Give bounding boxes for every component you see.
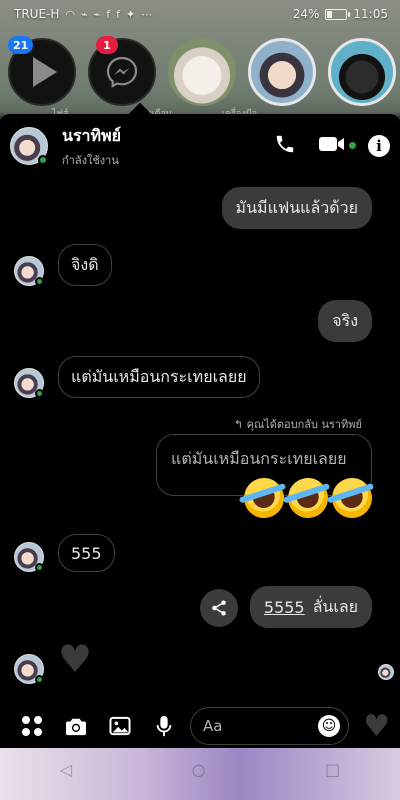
camera-icon[interactable] — [54, 716, 98, 736]
emoji-message[interactable] — [238, 472, 378, 524]
sent-message[interactable]: มันมีแฟนแล้วด้วย — [221, 187, 372, 229]
back-icon[interactable]: ◁ — [60, 760, 72, 779]
rofl-emoji-icon — [282, 472, 334, 524]
carrier-label: TRUE-H — [14, 7, 60, 21]
online-indicator — [349, 141, 356, 149]
message-input[interactable]: Aa ☺ — [190, 707, 350, 745]
recents-icon[interactable]: □ — [325, 760, 340, 779]
chat-head-avatar[interactable] — [328, 38, 396, 106]
share-icon[interactable] — [200, 589, 238, 627]
facebook-notif-icon: f — [106, 7, 111, 21]
sent-message[interactable]: จริง — [318, 300, 372, 342]
facebook-notif-icon: f — [116, 7, 120, 21]
conversation-header: นราทิพย์ กำลังใช้งาน i — [10, 124, 390, 168]
heart-icon[interactable]: ♥ — [58, 640, 92, 678]
system-nav-bar: ◁ ○ □ — [0, 760, 400, 779]
rofl-emoji-icon — [238, 472, 290, 524]
sent-message[interactable]: 5555 ลั่นเลย — [249, 586, 372, 628]
chat-panel: นราทิพย์ กำลังใช้งาน i มันมีแฟนแล้วด้วย … — [0, 102, 400, 748]
battery-icon — [325, 8, 351, 20]
message-placeholder: Aa — [203, 717, 223, 735]
chat-heads-row: 21 1 ไฟส์ แจ้งเตือน เครื่องมือ — [8, 34, 400, 119]
game-notif-icon: ✦ — [126, 7, 136, 21]
more-notif-icon: ⋯ — [141, 7, 153, 21]
contact-avatar[interactable] — [10, 127, 48, 165]
smiley-icon[interactable]: ☺ — [318, 715, 341, 737]
wifi-icon: ◠ — [65, 7, 75, 21]
contact-info[interactable]: นราทิพย์ กำลังใช้งาน — [62, 124, 121, 169]
home-icon[interactable]: ○ — [192, 760, 206, 779]
reply-label: คุณได้ตอบกลับ นราทิพย์ — [246, 418, 362, 431]
play-icon — [33, 57, 57, 87]
apps-grid-icon[interactable] — [10, 716, 54, 736]
message-text: ลั่นเลย — [312, 596, 358, 616]
heart-icon[interactable]: ♥ — [363, 709, 390, 744]
reply-indicator: ↰ คุณได้ตอบกลับ นราทิพย์ — [234, 415, 362, 433]
microphone-icon[interactable] — [142, 715, 186, 737]
received-message[interactable]: 555 — [58, 534, 115, 572]
video-chat-head[interactable]: 21 — [8, 36, 76, 106]
video-camera-icon[interactable] — [318, 134, 356, 159]
chat-head-avatar[interactable] — [248, 38, 316, 106]
status-bar: TRUE-H ◠ ⌁ ⌁ f f ✦ ⋯ 24% 11:05 — [0, 0, 400, 28]
message-composer: Aa ☺ ♥ — [0, 704, 400, 748]
phone-icon[interactable] — [274, 133, 296, 160]
online-indicator — [35, 277, 44, 286]
contact-status: กำลังใช้งาน — [62, 153, 119, 167]
rofl-emoji-icon — [326, 472, 378, 524]
online-indicator — [35, 389, 44, 398]
link-text[interactable]: 5555 — [264, 598, 305, 617]
chat-head-avatar[interactable] — [168, 38, 236, 106]
contact-avatar[interactable] — [14, 368, 44, 398]
reply-arrow-icon: ↰ — [233, 418, 247, 431]
clock: 11:05 — [353, 7, 388, 21]
info-icon[interactable]: i — [368, 135, 390, 157]
messenger-icon — [106, 56, 138, 88]
received-message[interactable]: จิงดิ — [58, 244, 112, 286]
contact-avatar[interactable] — [14, 654, 44, 684]
contact-avatar[interactable] — [14, 542, 44, 572]
image-icon[interactable] — [98, 716, 142, 736]
battery-percent: 24% — [292, 7, 320, 21]
messenger-chat-head[interactable]: 1 — [88, 36, 156, 106]
online-indicator — [35, 675, 44, 684]
online-indicator — [38, 155, 48, 165]
received-message[interactable]: แต่มันเหมือนกระเทยเลยย — [58, 356, 260, 398]
seen-receipt-avatar — [378, 664, 394, 680]
online-indicator — [35, 563, 44, 572]
unread-badge: 1 — [96, 36, 118, 54]
unread-badge: 21 — [8, 36, 34, 54]
contact-name: นราทิพย์ — [62, 125, 121, 145]
contact-avatar[interactable] — [14, 256, 44, 286]
messenger-notif-icon: ⌁ — [81, 7, 88, 21]
messenger-notif-icon: ⌁ — [93, 7, 101, 21]
